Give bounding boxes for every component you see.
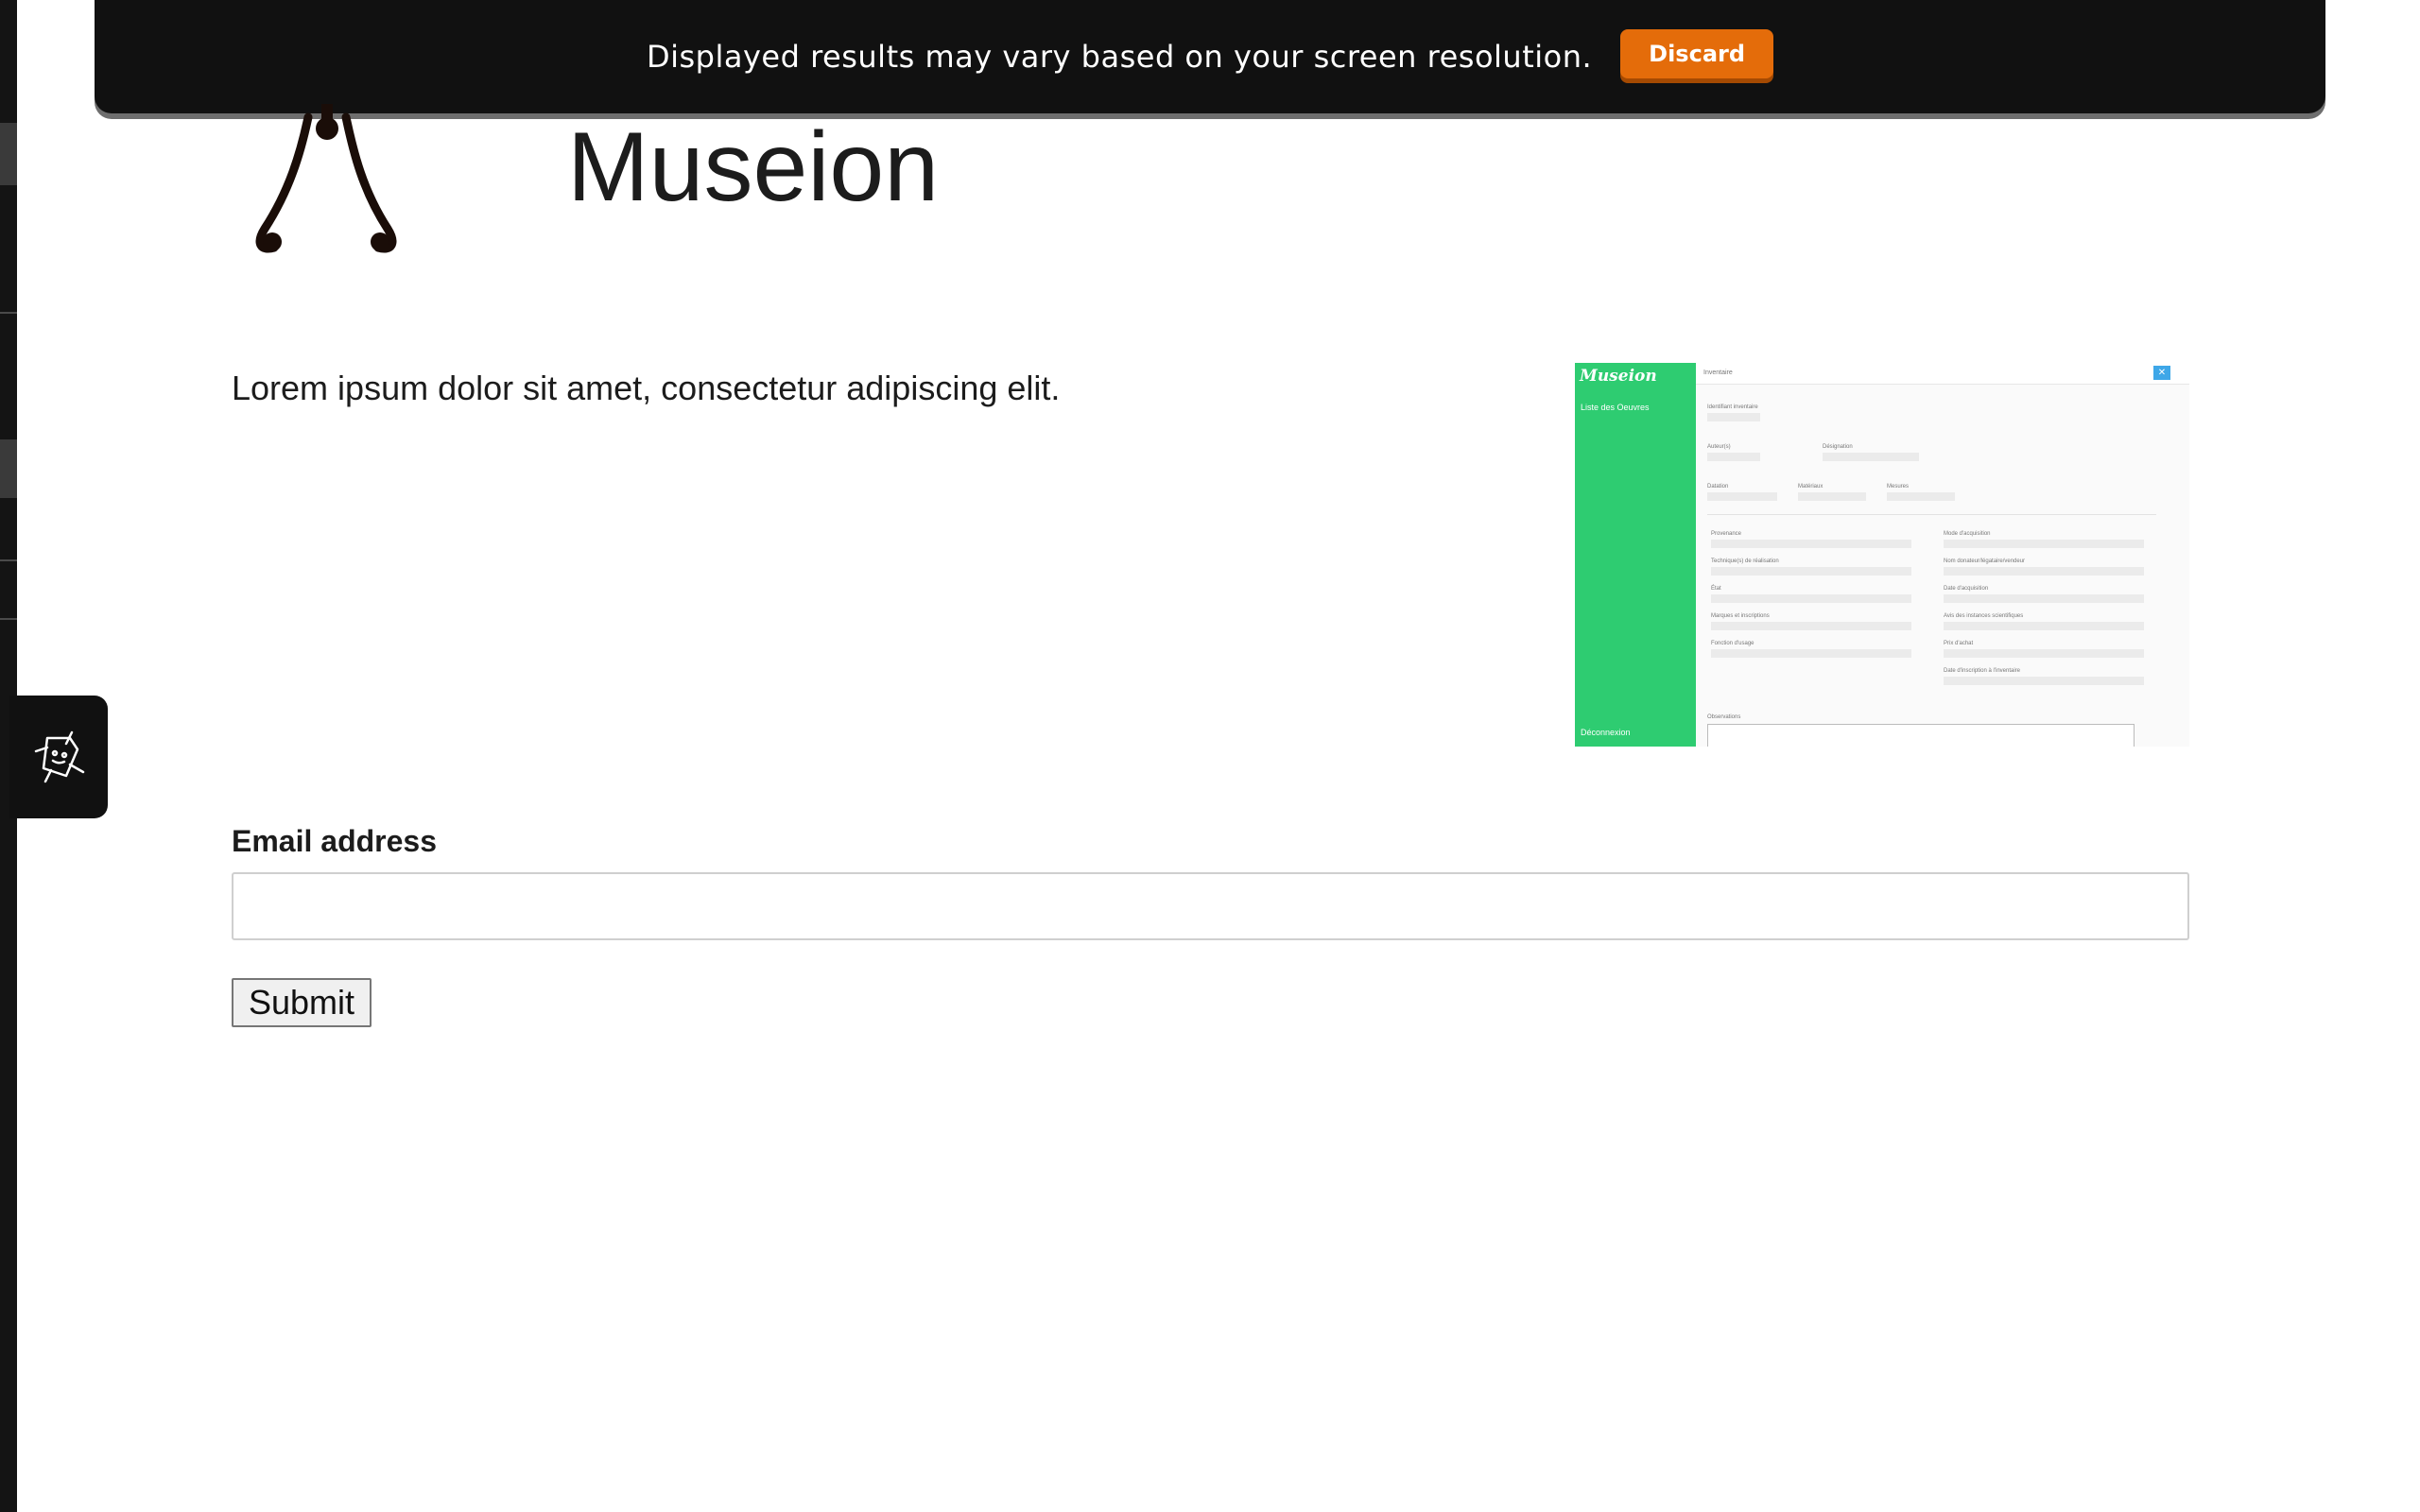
rail-divider [0, 618, 17, 620]
preview-brand: Museion [1580, 367, 1657, 386]
preview-field-label: Identifiant inventaire [1707, 404, 1758, 410]
preview-field: État [1711, 586, 1911, 603]
preview-field: Date d'inscription à l'inventaire [1944, 668, 2144, 685]
preview-field-label: Marques et inscriptions [1711, 613, 1770, 619]
preview-observations-box [1707, 724, 2135, 747]
preview-field: Mesures [1887, 484, 1955, 501]
preview-field-label: Provenance [1711, 531, 1742, 537]
discard-button[interactable]: Discard [1620, 29, 1774, 78]
robot-helper-icon [34, 730, 85, 783]
preview-field: Avis des instances scientifiques [1944, 613, 2144, 630]
email-label: Email address [232, 824, 437, 858]
intro-text: Lorem ipsum dolor sit amet, consectetur … [232, 369, 1061, 407]
signup-form: Email address Submit [232, 824, 2190, 1027]
preview-observations-label: Observations [1707, 714, 1802, 720]
preview-field: Mode d'acquisition [1944, 531, 2144, 548]
preview-field-label: État [1711, 586, 1721, 592]
submit-button[interactable]: Submit [232, 978, 372, 1027]
banner-message: Displayed results may vary based on your… [646, 39, 1593, 75]
preview-field: Datation [1707, 484, 1777, 501]
preview-field: Fonction d'usage [1711, 641, 1911, 658]
preview-field-label: Observations [1707, 714, 1741, 720]
resolution-notice-banner: Displayed results may vary based on your… [95, 0, 2325, 113]
preview-close-icon: ✕ [2153, 366, 2170, 380]
preview-nav-item: Liste des Oeuvres [1581, 403, 1650, 412]
preview-field-label: Datation [1707, 484, 1729, 490]
preview-field-label: Avis des instances scientifiques [1944, 613, 2024, 619]
preview-tabbar: Inventaire ✕ [1696, 363, 2189, 385]
preview-field-label: Technique(s) de réalisation [1711, 558, 1779, 564]
email-input[interactable] [232, 872, 2189, 940]
site-title: Museion [567, 112, 940, 222]
rail-segment [0, 123, 17, 185]
preview-field: Désignation [1823, 444, 1919, 461]
preview-field: Matériaux [1798, 484, 1866, 501]
rail-divider [0, 312, 17, 314]
helper-launcher[interactable] [9, 696, 108, 818]
preview-field-label: Prix d'achat [1944, 641, 1974, 646]
f-hole-logo-icon [255, 104, 397, 253]
rail-segment [0, 439, 17, 498]
preview-sidebar: Museion Liste des Oeuvres Déconnexion [1575, 363, 1696, 747]
preview-field: Date d'acquisition [1944, 586, 2144, 603]
preview-field-label: Date d'inscription à l'inventaire [1944, 668, 2020, 674]
site-logo [246, 104, 473, 255]
preview-field: Identifiant inventaire [1707, 404, 1760, 421]
preview-field-label: Matériaux [1798, 484, 1824, 490]
preview-field: Technique(s) de réalisation [1711, 558, 1911, 576]
preview-field: Marques et inscriptions [1711, 613, 1911, 630]
preview-field: Auteur(s) [1707, 444, 1760, 461]
preview-field-label: Nom donateur/légataire/vendeur [1944, 558, 2026, 564]
preview-field-label: Mesures [1887, 484, 1910, 490]
preview-field: Nom donateur/légataire/vendeur [1944, 558, 2144, 576]
preview-field: Prix d'achat [1944, 641, 2144, 658]
rail-divider [0, 559, 17, 561]
preview-field: Provenance [1711, 531, 1911, 548]
app-preview-screenshot: Museion Liste des Oeuvres Déconnexion In… [1575, 363, 2189, 747]
preview-field-label: Mode d'acquisition [1944, 531, 1991, 537]
preview-divider [1707, 514, 2156, 515]
preview-field-label: Désignation [1823, 444, 1853, 450]
preview-field-label: Auteur(s) [1707, 444, 1731, 450]
preview-field-label: Fonction d'usage [1711, 641, 1754, 646]
preview-field-label: Date d'acquisition [1944, 586, 1989, 592]
preview-logout: Déconnexion [1581, 728, 1631, 737]
preview-tab: Inventaire [1703, 369, 1733, 376]
